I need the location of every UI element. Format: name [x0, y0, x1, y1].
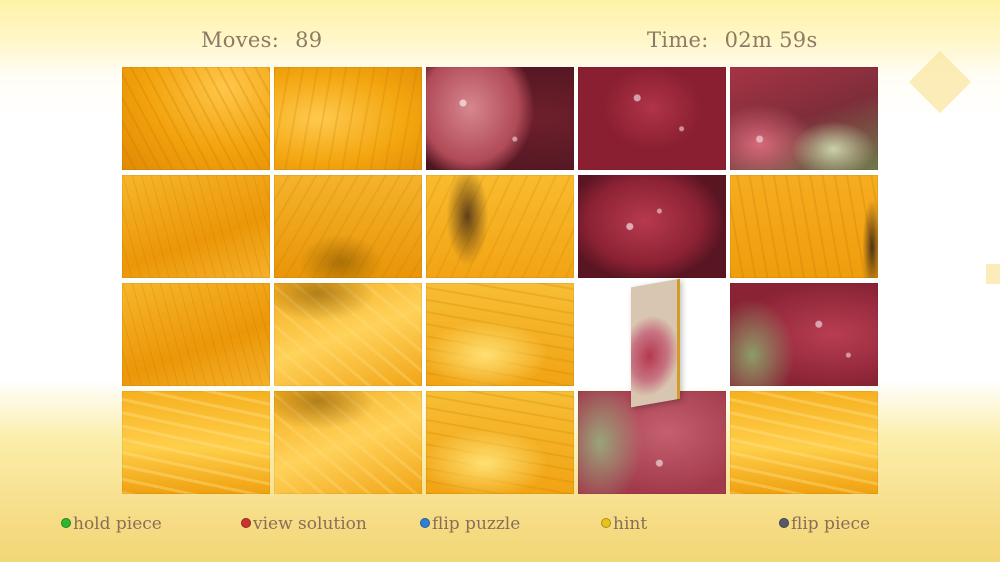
moves-label: Moves: [201, 28, 280, 52]
control-flip-piece: flip piece [779, 514, 870, 534]
puzzle-tile[interactable] [274, 67, 422, 170]
moves-counter: Moves: 89 [201, 28, 322, 52]
control-label: flip piece [791, 514, 871, 534]
puzzle-tile[interactable] [122, 283, 270, 386]
control-hint: hint [601, 514, 647, 534]
puzzle-tile[interactable] [274, 283, 422, 386]
puzzle-tile[interactable] [426, 67, 574, 170]
control-label: view solution [253, 514, 367, 534]
control-label: flip puzzle [432, 514, 521, 534]
background-diamond [908, 50, 972, 114]
stick-button-icon [779, 518, 789, 528]
puzzle-tile[interactable] [730, 175, 878, 278]
timer: Time: 02m 59s [647, 28, 818, 52]
control-flip-puzzle: flip puzzle [420, 514, 520, 534]
control-hold-piece: hold piece [61, 514, 162, 534]
puzzle-tile[interactable] [730, 283, 878, 386]
a-button-icon [61, 518, 71, 528]
background-square [986, 264, 1000, 284]
time-value: 02m 59s [724, 28, 818, 52]
x-button-icon [420, 518, 430, 528]
control-label: hint [613, 514, 648, 534]
puzzle-tile[interactable] [578, 175, 726, 278]
puzzle-tile[interactable] [426, 175, 574, 278]
puzzle-tile[interactable] [578, 67, 726, 170]
y-button-icon [601, 518, 611, 528]
puzzle-tile[interactable] [578, 391, 726, 494]
puzzle-tile[interactable] [730, 391, 878, 494]
puzzle-tile[interactable] [426, 283, 574, 386]
moves-value: 89 [295, 28, 323, 52]
puzzle-tile[interactable] [122, 67, 270, 170]
time-label: Time: [647, 28, 709, 52]
puzzle-tile[interactable] [274, 391, 422, 494]
puzzle-tile[interactable] [122, 175, 270, 278]
puzzle-tile[interactable] [122, 391, 270, 494]
puzzle-board [122, 67, 878, 496]
puzzle-tile[interactable] [730, 67, 878, 170]
flipping-piece[interactable] [631, 278, 680, 408]
b-button-icon [241, 518, 251, 528]
control-view-solution: view solution [241, 514, 367, 534]
control-label: hold piece [73, 514, 162, 534]
puzzle-tile[interactable] [426, 391, 574, 494]
puzzle-tile[interactable] [274, 175, 422, 278]
